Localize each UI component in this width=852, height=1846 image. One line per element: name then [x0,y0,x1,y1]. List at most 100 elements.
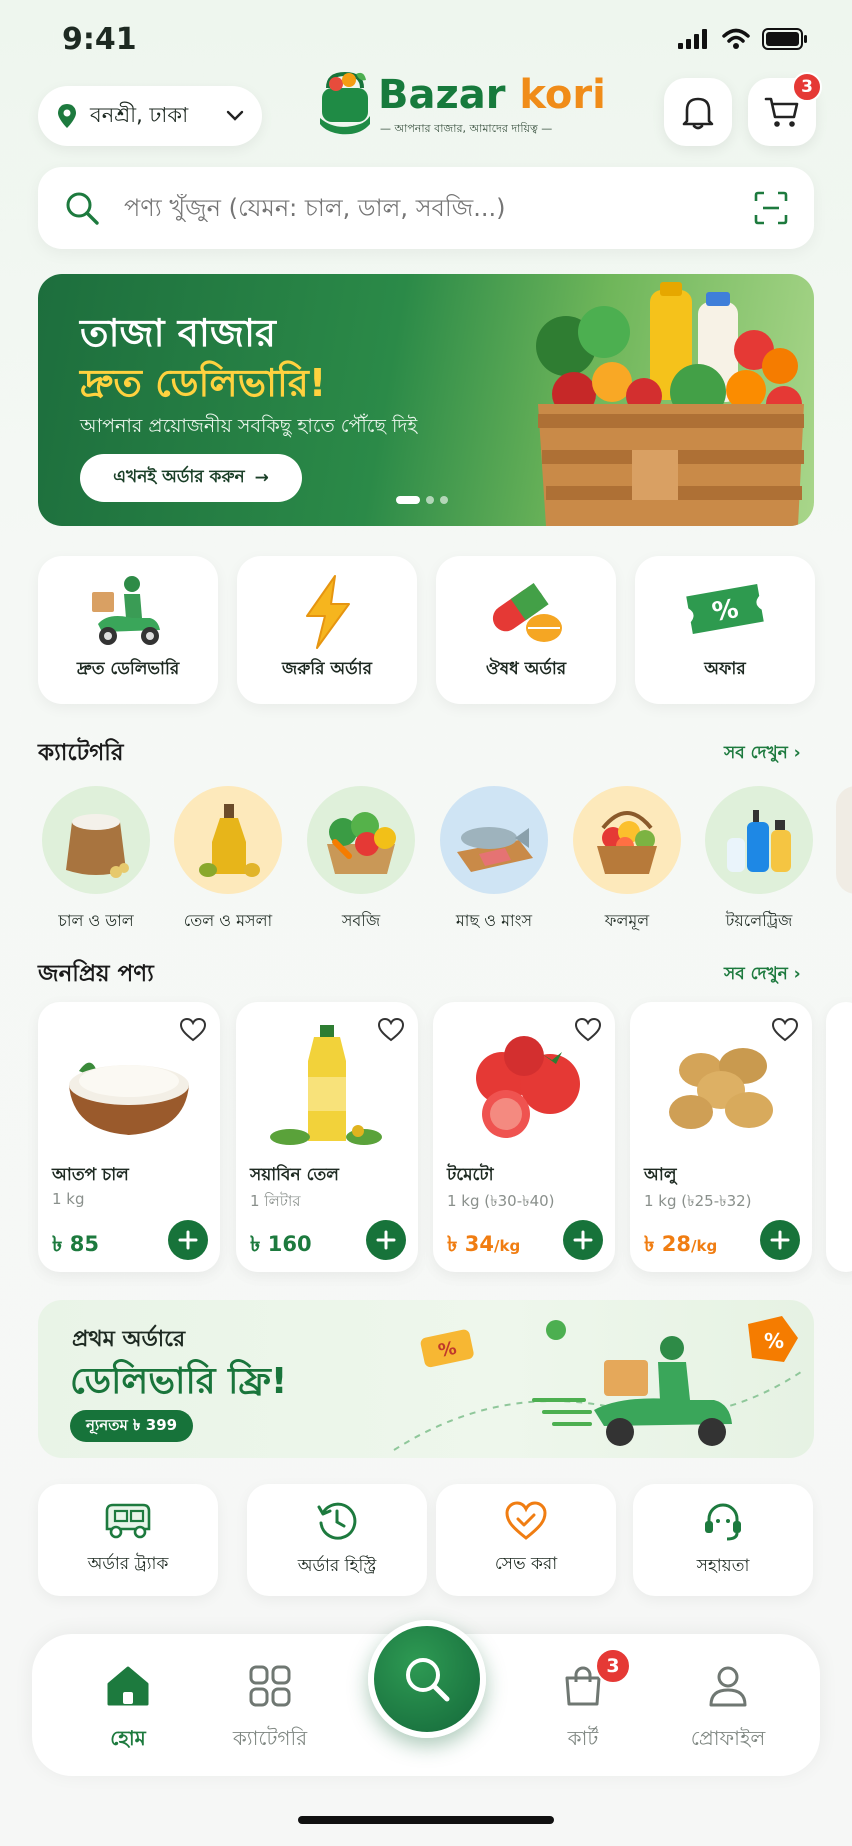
search-bar[interactable] [38,167,814,249]
rice-bowl-icon [69,1062,189,1135]
wifi-icon [722,28,750,49]
brand-tagline: — আপনার বাজার, আমাদের দায়িত্ব — [380,122,553,135]
product-image [630,1016,812,1156]
arrow-right-icon: → [254,468,269,488]
popular-see-all[interactable]: সব দেখুন › [724,961,801,989]
carousel-dot-1[interactable] [396,496,420,504]
category-rice-dal[interactable]: চাল ও ডাল [40,786,152,935]
oil-bottle-icon [199,804,260,877]
hero-banner[interactable]: তাজা বাজার দ্রুত ডেলিভারি! আপনার প্রয়োজ… [38,274,814,526]
product-unit: 1 kg (৳30-৳40) [447,1192,555,1210]
product-price: ৳ 85 [52,1232,99,1256]
service-offers[interactable]: % অফার [635,556,815,704]
notification-button[interactable] [664,78,732,146]
banner-subtitle: আপনার প্রয়োজনীয় সবকিছু হাতে পৌঁছে দিই [80,415,418,437]
util-label: সেভ করা [494,1554,558,1574]
carousel-dot-2[interactable] [426,496,434,504]
free-delivery-promo[interactable]: প্রথম অর্ডারে ডেলিভারি ফ্রি! ন্যূনতম ৳ 3… [38,1300,814,1458]
location-label: বনশ্রী, ঢাকা [90,102,189,127]
search-fab-button[interactable] [368,1620,486,1738]
vegetables-icon [327,812,396,874]
service-fast-delivery[interactable]: দ্রুত ডেলিভারি [38,556,218,704]
order-now-button[interactable]: এখনই অর্ডার করুন → [80,454,302,502]
nav-home[interactable]: হোম [68,1664,188,1757]
add-to-cart-button[interactable] [760,1220,800,1260]
nav-label: হোম [110,1726,146,1750]
toiletries-icon [727,810,791,872]
carousel-dots[interactable] [396,496,448,504]
product-card[interactable]: টমেটো 1 kg (৳30-৳40) ৳ 34/kg [433,1002,615,1272]
delivery-scooter-illustration: % % [393,1316,805,1451]
product-name: আতপ চাল [52,1165,129,1185]
add-to-cart-button[interactable] [366,1220,406,1260]
category-label: তেল ও মসলা [183,911,273,930]
nav-cart[interactable]: কার্ট 3 [523,1648,643,1757]
category-label: সবজি [341,911,381,930]
product-price: ৳ 160 [250,1232,312,1256]
discount-ticket-icon: % [686,584,764,634]
product-name: আলু [644,1165,677,1185]
category-fruits[interactable]: ফলমূল [571,786,683,935]
home-icon [107,1666,149,1706]
user-icon [709,1666,747,1707]
nav-profile[interactable]: প্রোফাইল [668,1664,788,1757]
service-label: ঔষধ অর্ডার [485,659,567,679]
add-to-cart-button[interactable] [168,1220,208,1260]
tomato-icon [476,1036,580,1138]
categories-see-all[interactable]: সব দেখুন › [724,740,801,768]
category-label: চাল ও ডাল [58,911,134,930]
nav-categories[interactable]: ক্যাটেগরি [210,1664,330,1757]
util-support[interactable]: সহায়তা [633,1484,813,1596]
product-image [38,1016,220,1156]
category-image [42,786,150,894]
fish-meat-icon [457,827,533,872]
category-label: টয়লেট্রিজ [725,911,793,930]
status-time: 9:41 [62,22,137,57]
category-image [440,786,548,894]
cart-count-badge: 3 [792,72,822,102]
category-image [174,786,282,894]
vegetable-crate-illustration [536,282,804,526]
signal-icon [678,29,707,49]
category-oil-spices[interactable]: তেল ও মসলা [172,786,284,935]
category-label: মাছ ও মাংস [455,911,533,930]
add-to-cart-button[interactable] [563,1220,603,1260]
service-urgent-order[interactable]: জরুরি অর্ডার [237,556,417,704]
categories-title: ক্যাটেগরি [38,740,124,766]
product-unit: 1 লিটার [250,1192,301,1210]
status-icons [678,28,808,50]
heart-icon [505,1501,547,1540]
service-medicine-order[interactable]: ঔষধ অর্ডার [436,556,616,704]
home-indicator [298,1816,554,1824]
product-card[interactable]: সয়াবিন তেল 1 লিটার ৳ 160 [236,1002,418,1272]
location-selector[interactable]: বনশ্রী, ঢাকা [38,86,262,146]
search-input[interactable] [124,194,730,222]
util-saved[interactable]: সেভ করা [436,1484,616,1596]
product-price: ৳ 28/kg [644,1232,718,1256]
category-image [307,786,415,894]
category-fish-meat[interactable]: মাছ ও মাংস [438,786,550,935]
brand-logo: Bazar kori — আপনার বাজার, আমাদের দায়িত্… [316,66,606,146]
lightning-icon [306,575,350,649]
category-toiletries[interactable]: টয়লেট্রিজ [703,786,815,935]
product-unit: 1 kg [52,1190,85,1208]
grid-icon [249,1665,291,1707]
cart-button[interactable]: 3 [748,72,822,146]
category-vegetables[interactable]: সবজি [305,786,417,935]
product-card[interactable]: আতপ চাল 1 kg ৳ 85 [38,1002,220,1272]
category-image [705,786,813,894]
rice-sack-icon [66,814,129,878]
product-unit: 1 kg (৳25-৳32) [644,1192,752,1210]
product-name: সয়াবিন তেল [250,1165,339,1185]
banner-title-line2: দ্রুত ডেলিভারি! [80,361,327,405]
scan-icon[interactable] [754,191,788,225]
plus-icon [573,1230,593,1250]
product-card[interactable]: আলু 1 kg (৳25-৳32) ৳ 28/kg [630,1002,812,1272]
battery-icon [762,28,807,50]
util-order-track[interactable]: অর্ডার ট্র্যাক [38,1484,218,1596]
util-label: অর্ডার হিস্ট্রি [297,1556,377,1576]
product-name: টমেটো [447,1165,494,1185]
category-label: ফলমূল [604,911,650,930]
util-order-history[interactable]: অর্ডার হিস্ট্রি [247,1484,427,1596]
carousel-dot-3[interactable] [440,496,448,504]
